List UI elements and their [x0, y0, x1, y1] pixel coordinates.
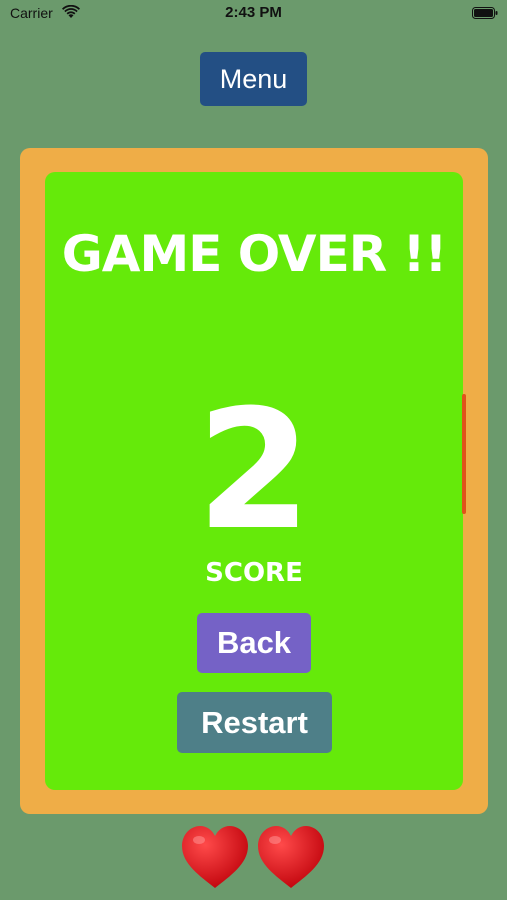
menu-button[interactable]: Menu	[200, 52, 307, 106]
status-bar: Carrier 2:43 PM	[0, 0, 507, 30]
heart-icon	[182, 826, 248, 888]
back-button[interactable]: Back	[197, 613, 311, 673]
heart-icon	[258, 826, 324, 888]
score-value: 2	[196, 374, 312, 566]
battery-icon	[472, 7, 498, 19]
restart-button[interactable]: Restart	[177, 692, 332, 753]
clock: 2:43 PM	[225, 4, 282, 21]
lives-indicator	[180, 824, 330, 894]
game-over-title: GAME OVER !!	[61, 225, 448, 283]
score-label: SCORE	[205, 558, 303, 588]
